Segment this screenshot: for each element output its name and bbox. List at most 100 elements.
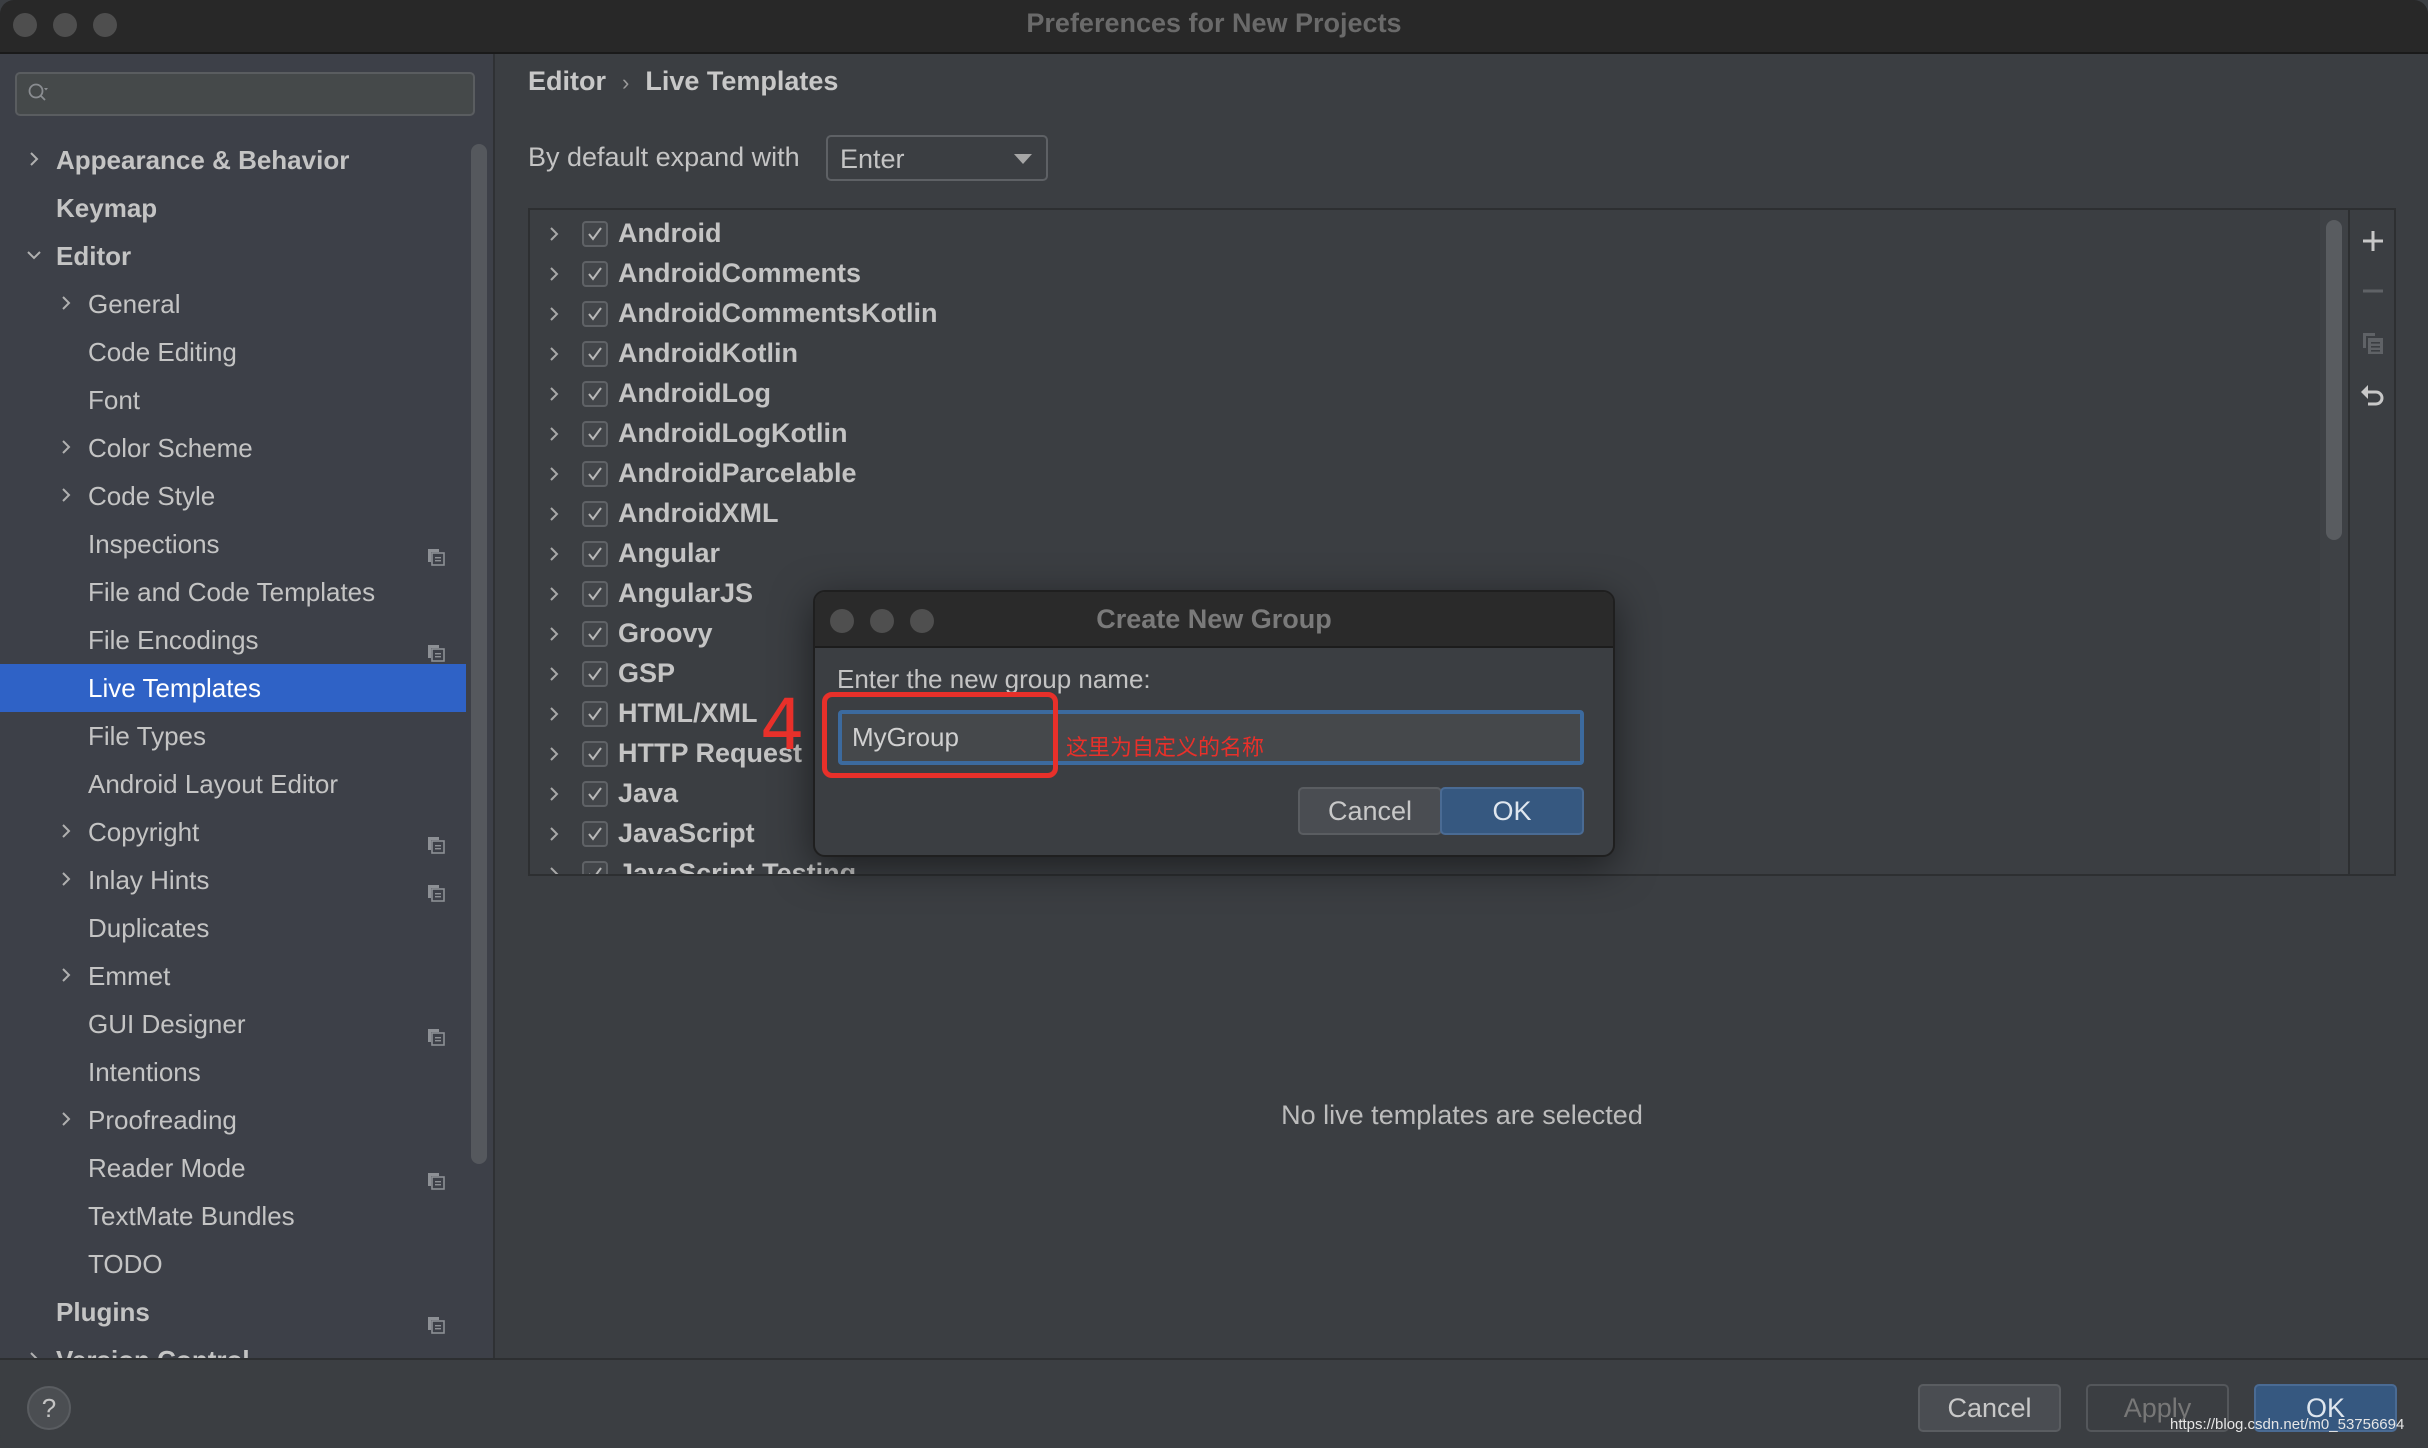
template-group-row[interactable]: AndroidKotlin [530, 334, 2320, 374]
chevron-right-icon[interactable] [24, 136, 44, 184]
chevron-right-icon[interactable] [56, 856, 76, 904]
chevron-right-icon[interactable] [56, 472, 76, 520]
undo-icon[interactable] [2358, 380, 2388, 410]
chevron-right-icon[interactable] [546, 298, 562, 337]
chevron-right-icon[interactable] [546, 258, 562, 297]
sidebar-item-plugins[interactable]: Plugins [0, 1288, 466, 1336]
chevron-right-icon[interactable] [56, 1096, 76, 1144]
help-button[interactable]: ? [27, 1386, 71, 1430]
sidebar-item-editor[interactable]: Editor [0, 232, 466, 280]
sidebar-item-duplicates[interactable]: Duplicates [0, 904, 466, 952]
chevron-right-icon[interactable] [56, 952, 76, 1000]
sidebar-item-label: Live Templates [88, 673, 261, 703]
breadcrumb-editor[interactable]: Editor [528, 66, 606, 96]
chevron-right-icon[interactable] [546, 218, 562, 257]
sidebar-item-code-editing[interactable]: Code Editing [0, 328, 466, 376]
template-group-checkbox[interactable] [582, 701, 608, 727]
chevron-right-icon[interactable] [546, 618, 562, 657]
sidebar-item-reader-mode[interactable]: Reader Mode [0, 1144, 466, 1192]
settings-sidebar: Appearance & Behavior Keymap Editor General… [0, 54, 495, 1382]
template-group-checkbox[interactable] [582, 861, 608, 874]
template-group-checkbox[interactable] [582, 781, 608, 807]
template-group-row[interactable]: JavaScript Testing [530, 854, 2320, 874]
list-scrollbar[interactable] [2326, 220, 2342, 540]
template-group-row[interactable]: Angular [530, 534, 2320, 574]
plus-icon[interactable] [2358, 226, 2388, 256]
sidebar-item-file-and-code-templates[interactable]: File and Code Templates [0, 568, 466, 616]
sidebar-item-inlay-hints[interactable]: Inlay Hints [0, 856, 466, 904]
template-group-checkbox[interactable] [582, 581, 608, 607]
template-group-checkbox[interactable] [582, 301, 608, 327]
chevron-right-icon[interactable] [546, 418, 562, 457]
chevron-right-icon[interactable] [56, 808, 76, 856]
sidebar-item-color-scheme[interactable]: Color Scheme [0, 424, 466, 472]
template-group-row[interactable]: AndroidXML [530, 494, 2320, 534]
copy-icon[interactable] [2358, 328, 2388, 358]
cancel-button[interactable]: Cancel [1918, 1384, 2061, 1432]
dialog-cancel-button[interactable]: Cancel [1298, 787, 1442, 835]
chevron-right-icon[interactable] [56, 424, 76, 472]
chevron-right-icon[interactable] [546, 738, 562, 777]
chevron-right-icon[interactable] [56, 280, 76, 328]
template-group-checkbox[interactable] [582, 661, 608, 687]
sidebar-item-label: General [88, 289, 181, 319]
template-group-checkbox[interactable] [582, 221, 608, 247]
chevron-right-icon[interactable] [546, 818, 562, 857]
sidebar-item-code-style[interactable]: Code Style [0, 472, 466, 520]
chevron-down-icon[interactable] [24, 232, 44, 280]
template-group-checkbox[interactable] [582, 381, 608, 407]
sidebar-item-copyright[interactable]: Copyright [0, 808, 466, 856]
template-group-checkbox[interactable] [582, 421, 608, 447]
expand-with-dropdown[interactable]: Enter [826, 135, 1048, 181]
template-group-row[interactable]: AndroidLog [530, 374, 2320, 414]
chevron-right-icon[interactable] [546, 338, 562, 377]
chevron-right-icon[interactable] [546, 698, 562, 737]
sidebar-item-emmet[interactable]: Emmet [0, 952, 466, 1000]
sidebar-item-file-encodings[interactable]: File Encodings [0, 616, 466, 664]
checkmark-icon [588, 787, 602, 801]
sidebar-item-appearance-behavior[interactable]: Appearance & Behavior [0, 136, 466, 184]
template-group-checkbox[interactable] [582, 341, 608, 367]
sidebar-item-keymap[interactable]: Keymap [0, 184, 466, 232]
chevron-right-icon[interactable] [546, 578, 562, 617]
sidebar-scrollbar[interactable] [471, 144, 487, 1164]
chevron-right-icon[interactable] [546, 858, 562, 874]
sidebar-item-label: Android Layout Editor [88, 769, 339, 799]
chevron-right-icon[interactable] [546, 538, 562, 577]
template-group-label: AndroidKotlin [618, 338, 798, 368]
chevron-right-icon[interactable] [546, 778, 562, 817]
template-group-checkbox[interactable] [582, 461, 608, 487]
sidebar-item-android-layout-editor[interactable]: Android Layout Editor [0, 760, 466, 808]
checkmark-icon [588, 307, 602, 321]
template-group-row[interactable]: AndroidLogKotlin [530, 414, 2320, 454]
sidebar-item-file-types[interactable]: File Types [0, 712, 466, 760]
template-group-row[interactable]: Android [530, 214, 2320, 254]
dialog-ok-button[interactable]: OK [1440, 787, 1584, 835]
sidebar-item-proofreading[interactable]: Proofreading [0, 1096, 466, 1144]
sidebar-item-intentions[interactable]: Intentions [0, 1048, 466, 1096]
settings-search-input[interactable] [15, 72, 475, 116]
template-group-checkbox[interactable] [582, 741, 608, 767]
sidebar-item-general[interactable]: General [0, 280, 466, 328]
chevron-right-icon[interactable] [546, 378, 562, 417]
chevron-right-icon[interactable] [546, 658, 562, 697]
sidebar-item-font[interactable]: Font [0, 376, 466, 424]
template-group-checkbox[interactable] [582, 821, 608, 847]
sidebar-item-inspections[interactable]: Inspections [0, 520, 466, 568]
sidebar-item-live-templates[interactable]: Live Templates [0, 664, 466, 712]
checkmark-icon [588, 587, 602, 601]
minus-icon[interactable] [2358, 276, 2388, 306]
template-group-row[interactable]: AndroidParcelable [530, 454, 2320, 494]
template-group-checkbox[interactable] [582, 501, 608, 527]
sidebar-item-gui-designer[interactable]: GUI Designer [0, 1000, 466, 1048]
chevron-right-icon[interactable] [546, 498, 562, 537]
dialog-title-bar: Create New Group [815, 592, 1613, 648]
template-group-row[interactable]: AndroidCommentsKotlin [530, 294, 2320, 334]
template-group-row[interactable]: AndroidComments [530, 254, 2320, 294]
chevron-right-icon[interactable] [546, 458, 562, 497]
template-group-checkbox[interactable] [582, 621, 608, 647]
sidebar-item-textmate-bundles[interactable]: TextMate Bundles [0, 1192, 466, 1240]
template-group-checkbox[interactable] [582, 541, 608, 567]
sidebar-item-todo[interactable]: TODO [0, 1240, 466, 1288]
template-group-checkbox[interactable] [582, 261, 608, 287]
